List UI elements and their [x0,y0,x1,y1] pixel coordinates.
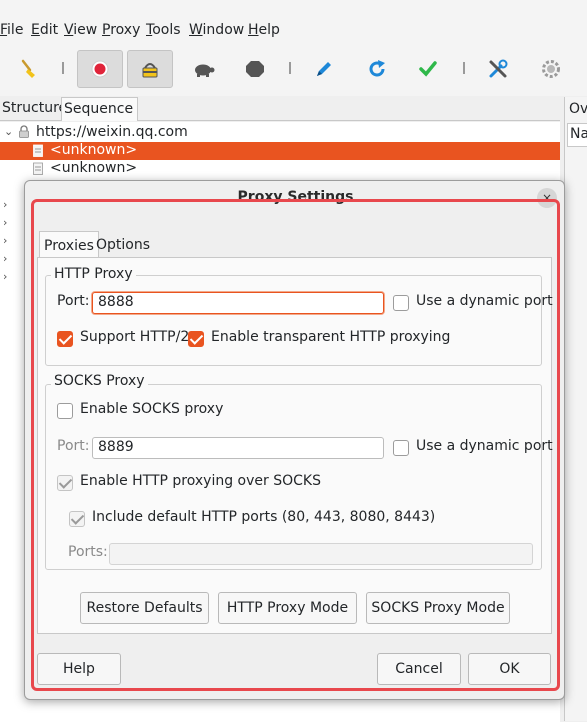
ssl-proxying-icon [142,63,158,78]
toolbar [0,44,587,96]
dialog-title: Proxy Settings [237,189,354,205]
socks-port-input[interactable]: 8889 [92,437,384,459]
repeat-icon [369,60,385,77]
cancel-button[interactable]: Cancel [377,653,461,685]
menu-help[interactable]: Help [248,22,280,38]
ok-button[interactable]: OK [468,653,551,685]
http-port-input[interactable]: 8888 [92,292,384,314]
transparent-proxy-label: Enable transparent HTTP proxying [211,329,451,345]
socks-dynamic-port-label: Use a dynamic port [416,438,553,454]
compose-icon [317,62,331,76]
default-ports-checkbox[interactable] [69,511,85,527]
breakpoints-icon [246,61,264,77]
left-panel-tabs: Structure Sequence [0,97,560,121]
validate-button[interactable] [405,50,451,88]
tab-overview[interactable]: Ov [569,101,587,117]
http-port-label: Port: [57,293,90,309]
proxies-tab-pane: HTTP Proxy Port: 8888 Use a dynamic port… [37,257,553,634]
lock-icon [19,125,29,138]
menu-file[interactable]: File [0,22,23,38]
tree-item-label: <unknown> [50,160,138,176]
record-icon [91,60,109,78]
chevron-down-icon[interactable]: ⌄ [4,125,13,138]
http-proxy-title: HTTP Proxy [51,266,136,282]
tools-icon [489,59,508,78]
socks-port-label: Port: [57,438,90,454]
menu-tools[interactable]: Tools [146,22,181,38]
throttle-icon [195,64,215,77]
socks-enable-label: Enable SOCKS proxy [80,401,224,417]
clear-button[interactable] [6,50,52,88]
http-dynamic-port-checkbox[interactable] [393,295,409,311]
tree-host-row[interactable]: ⌄ https://weixin.qq.com [0,123,560,141]
transparent-proxy-checkbox[interactable] [188,331,204,347]
menu-edit[interactable]: Edit [31,22,58,38]
right-panel: Ov Na [564,97,587,721]
menu-bar: File Edit View Proxy Tools Window Help [0,0,587,44]
socks-enable-checkbox[interactable] [57,403,73,419]
repeat-button[interactable] [354,50,400,88]
http-over-socks-checkbox[interactable] [57,475,73,491]
menu-view[interactable]: View [64,22,97,38]
tree-item-label: <unknown> [50,142,138,158]
chevron-right-icon[interactable]: › [3,216,7,229]
socks-proxy-mode-button[interactable]: SOCKS Proxy Mode [366,592,510,624]
close-icon[interactable]: × [537,188,557,208]
help-button[interactable]: Help [37,653,121,685]
ssl-proxying-button[interactable] [127,50,173,88]
menu-window[interactable]: Window [189,22,244,38]
document-icon [33,162,43,175]
tree-host-label: https://weixin.qq.com [36,124,188,140]
chevron-right-icon[interactable]: › [3,270,7,283]
default-ports-label: Include default HTTP ports (80, 443, 808… [92,509,436,525]
http2-label: Support HTTP/2 [80,329,190,345]
tab-sequence[interactable]: Sequence [61,97,139,121]
ports-label: Ports: [68,544,108,560]
tab-proxies[interactable]: Proxies [39,231,99,258]
validate-icon [419,61,437,77]
tree-item-unknown[interactable]: <unknown> [0,160,560,178]
http-proxy-group [45,275,542,366]
proxy-settings-dialog: Proxy Settings × Proxies Options HTTP Pr… [24,180,565,700]
http-proxy-mode-button[interactable]: HTTP Proxy Mode [218,592,357,624]
settings-button[interactable] [528,50,574,88]
clear-icon [21,59,35,78]
http-dynamic-port-label: Use a dynamic port [416,293,553,309]
chevron-right-icon[interactable]: › [3,198,7,211]
toolbar-separator [289,62,291,74]
socks-proxy-title: SOCKS Proxy [51,373,148,389]
ports-input[interactable] [109,543,533,565]
breakpoints-button[interactable] [232,50,278,88]
tree-item-unknown-selected[interactable]: <unknown> [0,142,560,160]
http-over-socks-label: Enable HTTP proxying over SOCKS [80,473,321,489]
compose-button[interactable] [301,50,347,88]
throttle-button[interactable] [181,50,227,88]
restore-defaults-button[interactable]: Restore Defaults [80,592,209,624]
name-column-header[interactable]: Na [567,123,587,147]
document-icon [33,144,43,157]
chevron-right-icon[interactable]: › [3,234,7,247]
http2-checkbox[interactable] [57,331,73,347]
toolbar-separator [62,62,64,74]
menu-proxy[interactable]: Proxy [102,22,140,38]
tab-options[interactable]: Options [92,231,154,258]
chevron-right-icon[interactable]: › [3,252,7,265]
tools-button[interactable] [475,50,521,88]
socks-dynamic-port-checkbox[interactable] [393,440,409,456]
toolbar-separator [463,62,465,74]
record-button[interactable] [77,50,123,88]
settings-icon [542,60,560,78]
